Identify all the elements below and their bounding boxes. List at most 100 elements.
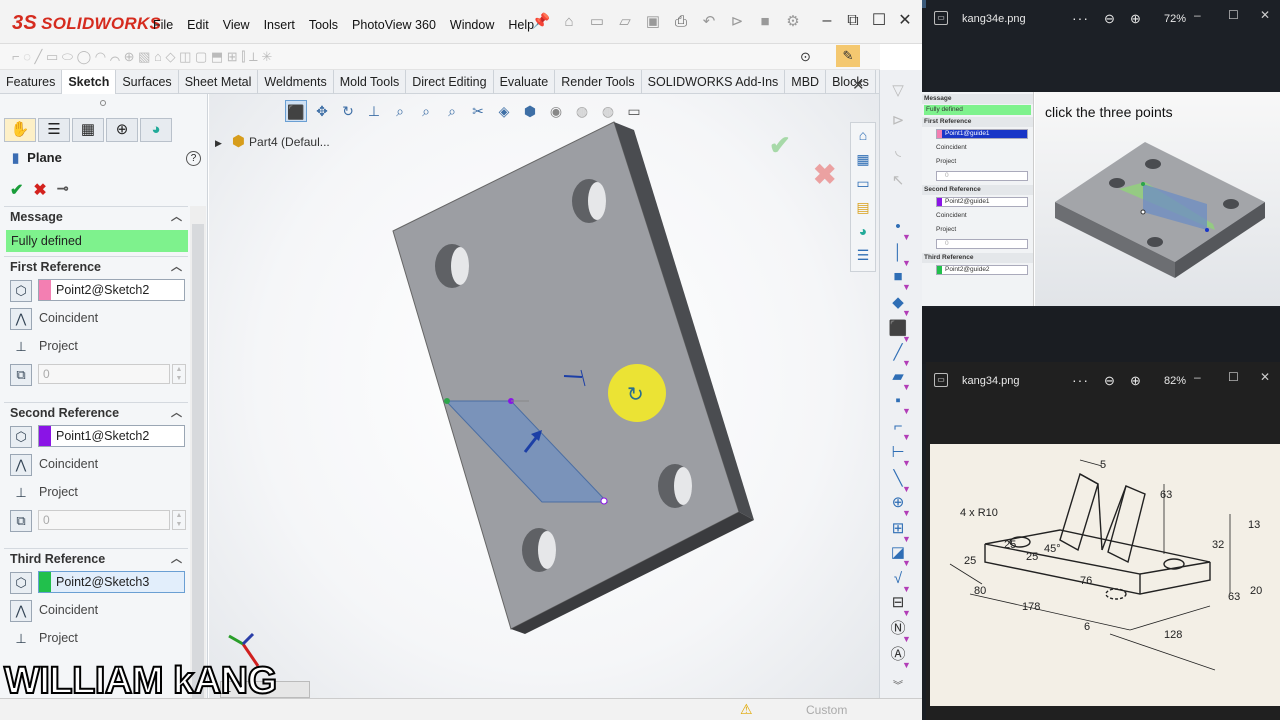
minimize-icon[interactable]: – [1194, 8, 1201, 22]
coincident-icon[interactable]: ⋀ [10, 308, 32, 330]
resources-icon[interactable]: ⌂ [851, 123, 875, 147]
custom-properties-icon[interactable]: ☰ [851, 243, 875, 267]
chevron-up-icon[interactable]: ︿ [171, 257, 182, 277]
project-row[interactable]: ⊥ Project [4, 478, 188, 506]
menu-file[interactable]: File [146, 14, 180, 36]
zoom-out-icon[interactable]: ⊖ [1104, 373, 1115, 389]
graphics-area[interactable]: ⬛ ✥ ↻ ⊥ ⌕ ⌕ ⌕ ✂ ◈ ⬢ ◉ ◍ ◍ ▭ ▶ ⬢ Part4 (Def… [209, 94, 879, 720]
config-manager-icon[interactable]: ▦ [72, 118, 104, 142]
tab-direct-editing[interactable]: Direct Editing [406, 70, 494, 94]
weld-filter-icon[interactable]: ◪ ▼ [886, 542, 911, 568]
rebuild-icon[interactable]: ■ [754, 12, 776, 32]
more-options-icon[interactable]: ··· [1072, 10, 1089, 26]
feature-manager-icon[interactable]: ✋ [4, 118, 36, 142]
pushpin-icon[interactable]: ⊸ [57, 180, 69, 200]
tab-blocks[interactable]: Blocks [826, 70, 876, 94]
tab-sheet-metal[interactable]: Sheet Metal [179, 70, 259, 94]
point-filter-icon[interactable]: • ▼ [886, 216, 911, 242]
design-library-icon[interactable]: ▦ [851, 147, 875, 171]
close-icon[interactable]: ✕ [1260, 8, 1270, 22]
pm-scrollbar[interactable] [190, 206, 206, 716]
restore-icon[interactable]: ⧉ [842, 10, 864, 32]
print-icon[interactable]: ⎙ [670, 12, 692, 32]
curve-filter-icon[interactable]: ╱ ▼ [886, 342, 910, 368]
close-icon[interactable]: ✕ [1260, 370, 1270, 384]
pin-icon[interactable]: 📌 [530, 12, 552, 32]
zoom-out-icon[interactable]: ⊖ [1104, 11, 1115, 27]
segment-filter-icon[interactable]: ╲ ▼ [886, 468, 910, 494]
zoom-in-icon[interactable]: ⊕ [1130, 373, 1141, 389]
tab-features[interactable]: Features [0, 70, 63, 94]
message-header[interactable]: Message ︿ [4, 206, 188, 226]
first-reference-header[interactable]: First Reference ︿ [4, 256, 188, 276]
project-icon[interactable]: ⊥ [10, 628, 32, 650]
select-icon[interactable]: ⊳ [726, 12, 748, 32]
second-reference-header[interactable]: Second Reference ︿ [4, 402, 188, 422]
dimension-filter-icon[interactable]: √ ▼ [886, 568, 911, 594]
zoom-in-icon[interactable]: ⊕ [1130, 11, 1141, 27]
surface-filter-icon[interactable]: ◆ ▼ [886, 292, 911, 318]
tab-mbd[interactable]: MBD [785, 70, 827, 94]
close-icon[interactable]: ✕ [894, 10, 916, 32]
menu-view[interactable]: View [216, 14, 257, 36]
cancel-button[interactable]: ✖ [33, 180, 46, 200]
coincident-row[interactable]: ⋀ Coincident [4, 304, 188, 332]
file-explorer-icon[interactable]: ▭ [851, 171, 875, 195]
tab-render-tools[interactable]: Render Tools [555, 70, 642, 94]
view-palette-icon[interactable]: ▤ [851, 195, 875, 219]
chevron-up-icon[interactable]: ︿ [171, 207, 182, 227]
dimxpert-icon[interactable]: ⊕ [106, 118, 138, 142]
minimize-icon[interactable]: – [1194, 370, 1201, 384]
first-reference-field[interactable]: Point2@Sketch2 [38, 279, 185, 301]
tab-evaluate[interactable]: Evaluate [494, 70, 556, 94]
save-icon[interactable]: ▣ [642, 12, 664, 32]
offset-input[interactable]: 0 [38, 510, 170, 530]
chevron-down-icon[interactable]: ︾ [886, 676, 910, 698]
offset-icon[interactable]: ⧉ [10, 510, 32, 532]
scroll-thumb[interactable] [192, 224, 204, 704]
more-options-icon[interactable]: ··· [1072, 372, 1089, 388]
face-filter-icon[interactable]: ■ ▼ [886, 266, 910, 292]
maximize-icon[interactable]: ☐ [868, 10, 890, 32]
second-reference-field[interactable]: Point1@Sketch2 [38, 425, 185, 447]
offset-icon[interactable]: ⧉ [10, 364, 32, 386]
coincident-icon[interactable]: ⋀ [10, 454, 32, 476]
line-filter-icon[interactable]: │ ▼ [886, 242, 911, 268]
relations-icon[interactable]: ⊙ [800, 49, 811, 65]
note-filter-icon[interactable]: Ⓝ ▼ [886, 618, 910, 644]
tab-mold-tools[interactable]: Mold Tools [334, 70, 407, 94]
menu-insert[interactable]: Insert [257, 14, 302, 36]
project-row[interactable]: ⊥ Project [4, 332, 188, 360]
project-icon[interactable]: ⊥ [10, 482, 32, 504]
new-file-icon[interactable]: ▭ [586, 12, 608, 32]
help-icon[interactable]: ? [186, 151, 201, 166]
property-manager-icon[interactable]: ☰ [38, 118, 70, 142]
tab-addins[interactable]: SOLIDWORKS Add-Ins [642, 70, 786, 94]
coincident-icon[interactable]: ⋀ [10, 600, 32, 622]
table-filter-icon[interactable]: ⊟ ▼ [886, 592, 911, 618]
filter-icon[interactable]: ▽ [886, 80, 910, 102]
menu-window[interactable]: Window [443, 14, 501, 36]
tab-surfaces[interactable]: Surfaces [116, 70, 179, 94]
sketch-tool-icon[interactable]: ⌐ ◌ ╱ ▭ ⬭ ◯ ◠ ⌒ ⊕ ▧ ⌂ ◇ ◫ ▢ ⬒ ⊞ ⫿ ⟂ ✳ [12, 49, 272, 65]
point-marker[interactable] [600, 497, 608, 505]
menu-edit[interactable]: Edit [180, 14, 216, 36]
coincident-row[interactable]: ⋀ Coincident [4, 596, 188, 624]
chevron-up-icon[interactable]: ︿ [171, 403, 182, 423]
select-icon[interactable]: ⊳ [886, 110, 910, 132]
edge-filter-icon[interactable]: ⌐ ▼ [886, 416, 911, 442]
open-icon[interactable]: ▱ [614, 12, 636, 32]
panel-grip-icon[interactable] [100, 100, 106, 106]
appearances-icon[interactable]: ◕ [851, 219, 875, 243]
tab-weldments[interactable]: Weldments [258, 70, 334, 94]
offset-input[interactable]: 0 [38, 364, 170, 384]
vertex-filter-icon[interactable]: ▪ ▼ [886, 390, 911, 416]
units-label[interactable]: Custom [806, 703, 847, 717]
tab-sketch[interactable]: Sketch [62, 70, 117, 94]
display-manager-icon[interactable]: ◕ [140, 118, 172, 142]
solid-filter-icon[interactable]: ⬛ ▼ [886, 318, 911, 344]
annotation-filter-icon[interactable]: Ⓐ ▼ [886, 644, 910, 670]
plane-filter-icon[interactable]: ▰ ▼ [886, 366, 911, 392]
options-icon[interactable]: ⚙ [782, 12, 804, 32]
quick-snaps-icon[interactable]: ✎ [836, 45, 860, 67]
